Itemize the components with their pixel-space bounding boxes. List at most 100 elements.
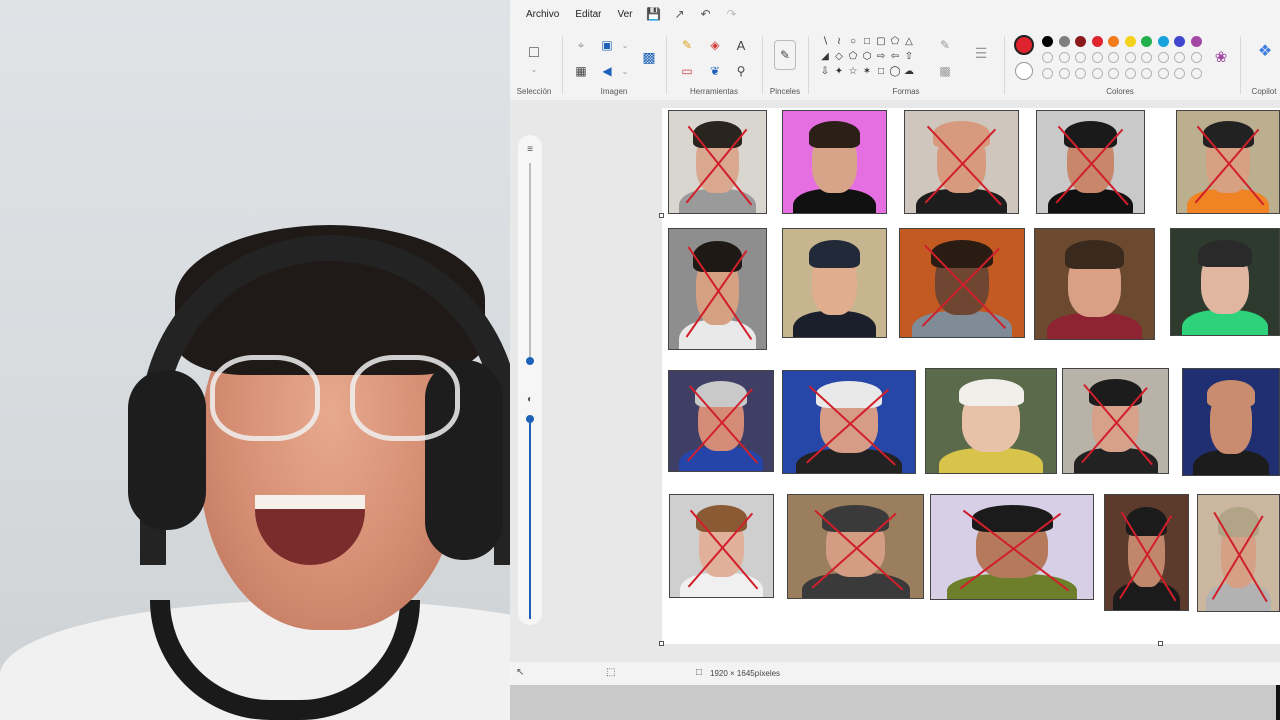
group-label-seleccion: Selección — [516, 87, 552, 96]
color-swatch[interactable] — [1174, 52, 1185, 63]
image-creator-icon[interactable]: ▩ — [640, 48, 658, 66]
photo-thumbnail — [925, 368, 1057, 474]
fill-icon[interactable]: ▩ — [936, 62, 954, 80]
color-swatch[interactable] — [1141, 36, 1152, 47]
color-swatch[interactable] — [1058, 52, 1070, 63]
color-swatch[interactable] — [1157, 36, 1169, 47]
brush-icon[interactable]: ✎ — [774, 40, 796, 70]
custom-color-slot[interactable] — [1091, 68, 1103, 79]
rounded-rectangle-shape-icon[interactable]: ▢ — [874, 34, 888, 48]
six-point-star-shape-icon[interactable]: ✶ — [860, 64, 874, 78]
undo-icon[interactable]: ↶ — [693, 0, 719, 28]
share-icon[interactable]: ↗ — [667, 0, 693, 28]
custom-color-slot[interactable] — [1141, 68, 1152, 79]
red-cross-mark — [1177, 111, 1279, 213]
chevron-down-icon[interactable]: ⌄ — [616, 36, 634, 54]
color-swatch[interactable] — [1091, 36, 1103, 47]
drawing-canvas[interactable] — [659, 108, 1280, 646]
color-swatch[interactable] — [1042, 36, 1053, 47]
five-point-star-shape-icon[interactable]: ☆ — [846, 64, 860, 78]
menu-editar[interactable]: Editar — [567, 0, 609, 28]
group-label-imagen: Imagen — [600, 87, 628, 96]
color-swatch[interactable] — [1190, 52, 1202, 63]
redo-icon[interactable]: ↷ — [719, 0, 745, 28]
arrow-down-shape-icon[interactable]: ⇩ — [818, 64, 832, 78]
remove-background-icon[interactable]: ▦ — [572, 62, 590, 80]
opacity-slider-track[interactable] — [529, 423, 531, 619]
callout-cloud-shape-icon[interactable]: ☁ — [902, 64, 916, 78]
rotate-icon[interactable]: ◀ — [598, 62, 616, 80]
thumbnail-hair — [1207, 379, 1255, 408]
callout-oval-shape-icon[interactable]: ◯ — [888, 64, 902, 78]
copilot-icon[interactable]: ❖ — [1256, 42, 1274, 60]
four-point-star-shape-icon[interactable]: ✦ — [832, 64, 846, 78]
statusbar: ↖ ⬚ □ 1920 × 1645píxeles — [510, 662, 1280, 685]
secondary-color-swatch[interactable] — [1015, 62, 1033, 80]
group-copilot: ❖ Copilot — [1244, 28, 1280, 100]
color-swatch[interactable] — [1091, 52, 1103, 63]
primary-color-swatch[interactable] — [1014, 35, 1034, 55]
custom-color-slot[interactable] — [1108, 68, 1119, 79]
diamond-shape-icon[interactable]: ◇ — [832, 49, 846, 63]
group-imagen: ⌖ ▣ ⌄ ▦ ◀ ⌄ ▩ Imagen — [566, 28, 662, 100]
crop-icon[interactable]: ⌖ — [572, 36, 590, 54]
color-swatch[interactable] — [1174, 36, 1185, 47]
magnifier-icon[interactable]: ⚲ — [732, 62, 750, 80]
custom-color-slot[interactable] — [1042, 68, 1053, 79]
custom-color-slot[interactable] — [1075, 68, 1086, 79]
custom-color-slot[interactable] — [1058, 68, 1070, 79]
color-swatch[interactable] — [1141, 52, 1152, 63]
color-swatch[interactable] — [1042, 52, 1053, 63]
custom-color-slot[interactable] — [1190, 68, 1202, 79]
color-swatch[interactable] — [1075, 52, 1086, 63]
color-swatch[interactable] — [1124, 52, 1136, 63]
curve-shape-icon[interactable]: ≀ — [832, 34, 846, 48]
color-swatch[interactable] — [1157, 52, 1169, 63]
canvas-resize-handle[interactable] — [1158, 641, 1163, 646]
color-picker-icon[interactable]: ❦ — [706, 62, 724, 80]
custom-color-slot[interactable] — [1157, 68, 1169, 79]
eraser-icon[interactable]: ▭ — [678, 62, 696, 80]
color-swatch[interactable] — [1108, 52, 1119, 63]
canvas-resize-handle[interactable] — [659, 641, 664, 646]
arrow-left-shape-icon[interactable]: ⇦ — [888, 49, 902, 63]
group-label-copilot: Copilot — [1251, 87, 1277, 96]
right-triangle-shape-icon[interactable]: ◢ — [818, 49, 832, 63]
custom-color-slot[interactable] — [1124, 68, 1136, 79]
color-swatch[interactable] — [1124, 36, 1136, 47]
polygon-shape-icon[interactable]: ⬠ — [888, 34, 902, 48]
custom-color-slot[interactable] — [1174, 68, 1185, 79]
hexagon-shape-icon[interactable]: ⬡ — [860, 49, 874, 63]
text-icon[interactable]: A — [732, 36, 750, 54]
menu-archivo[interactable]: Archivo — [518, 0, 567, 28]
headphones-left-cup — [128, 370, 206, 530]
group-label-colores: Colores — [1106, 87, 1134, 96]
arrow-up-shape-icon[interactable]: ⇧ — [902, 49, 916, 63]
outline-icon[interactable]: ✎ — [936, 36, 954, 54]
canvas-resize-handle[interactable] — [659, 213, 664, 218]
color-swatch[interactable] — [1075, 36, 1086, 47]
resize-icon[interactable]: ▣ — [598, 36, 616, 54]
pentagon-shape-icon[interactable]: ⬠ — [846, 49, 860, 63]
size-slider-thumb[interactable] — [526, 357, 534, 365]
color-swatch[interactable] — [1108, 36, 1119, 47]
rectangle-shape-icon[interactable]: □ — [860, 34, 874, 48]
ellipse-shape-icon[interactable]: ○ — [846, 34, 860, 48]
callout-rect-shape-icon[interactable]: □ — [874, 64, 888, 78]
opacity-slider-thumb[interactable] — [526, 415, 534, 423]
color-swatch[interactable] — [1058, 36, 1070, 47]
color-wheel-icon[interactable]: ❀ — [1212, 48, 1230, 66]
arrow-right-shape-icon[interactable]: ⇨ — [874, 49, 888, 63]
ribbon: □ ⌄ Selección ⌖ ▣ ⌄ ▦ ◀ ⌄ ▩ Imagen ✎ ◈ A… — [510, 28, 1280, 100]
triangle-shape-icon[interactable]: △ — [902, 34, 916, 48]
chevron-down-icon[interactable]: ⌄ — [525, 60, 543, 78]
size-icon[interactable]: ☰ — [972, 44, 990, 62]
size-slider-track[interactable] — [529, 163, 531, 363]
pencil-icon[interactable]: ✎ — [678, 36, 696, 54]
line-shape-icon[interactable]: ∖ — [818, 34, 832, 48]
color-swatch[interactable] — [1190, 36, 1202, 47]
chevron-down-icon[interactable]: ⌄ — [616, 62, 634, 80]
fill-bucket-icon[interactable]: ◈ — [706, 36, 724, 54]
save-icon[interactable]: 💾 — [641, 0, 667, 28]
menu-ver[interactable]: Ver — [609, 0, 640, 28]
